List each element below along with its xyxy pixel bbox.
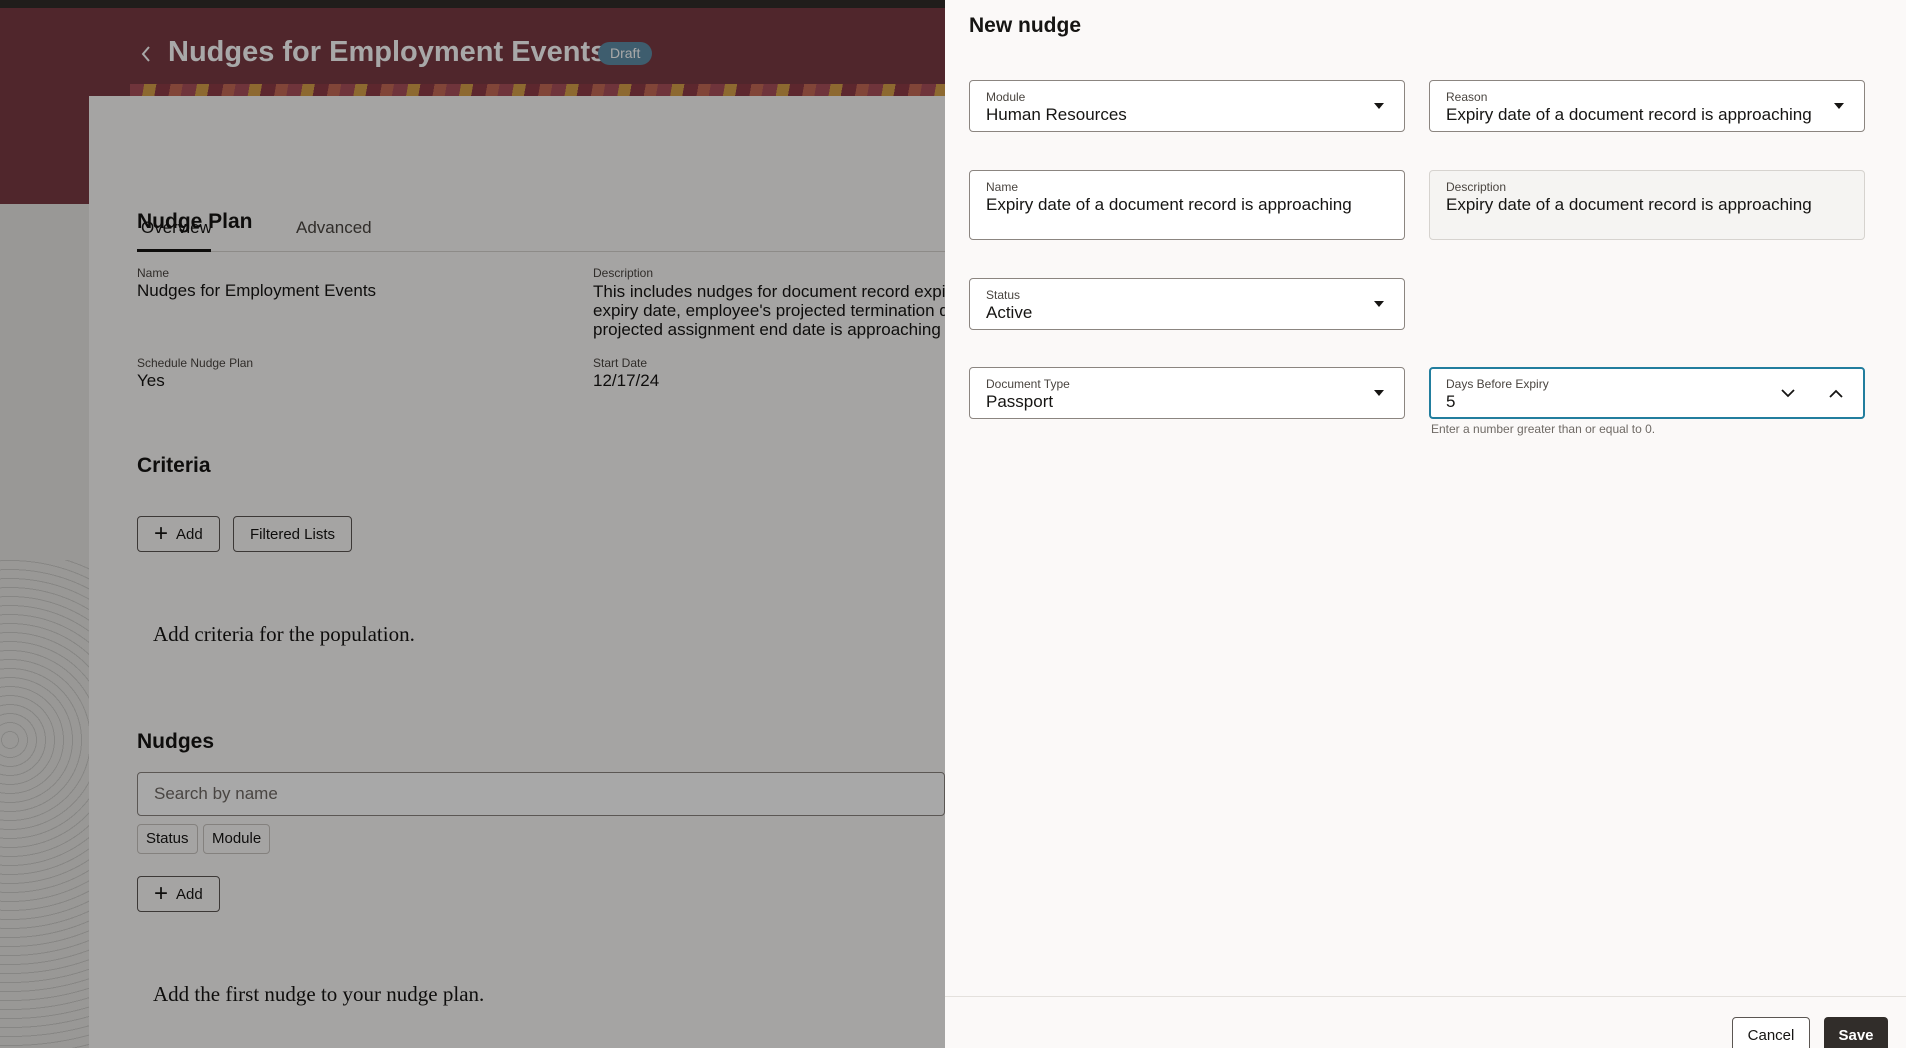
days-before-expiry-value[interactable]: 5	[1446, 392, 1455, 412]
module-value: Human Resources	[986, 105, 1127, 124]
increment-button[interactable]	[1826, 383, 1846, 403]
modal-overlay[interactable]	[0, 0, 945, 1048]
days-before-expiry-label: Days Before Expiry	[1446, 377, 1549, 391]
document-type-value: Passport	[986, 392, 1054, 411]
reason-label: Reason	[1446, 90, 1488, 104]
days-before-expiry-input[interactable]: Days Before Expiry 5	[1429, 367, 1865, 419]
caret-down-icon	[1374, 301, 1384, 307]
status-select[interactable]: Status Active	[969, 278, 1405, 330]
chevron-up-icon	[1829, 389, 1843, 398]
caret-down-icon	[1374, 390, 1384, 396]
name-field-value: Expiry date of a document record is appr…	[986, 195, 1352, 214]
module-label: Module	[986, 90, 1026, 104]
document-type-select[interactable]: Document Type Passport	[969, 367, 1405, 419]
drawer-footer: Cancel Save	[945, 996, 1906, 1048]
save-button[interactable]: Save	[1824, 1017, 1888, 1048]
decrement-button[interactable]	[1778, 383, 1798, 403]
cancel-button[interactable]: Cancel	[1732, 1017, 1810, 1048]
status-value: Active	[986, 303, 1033, 322]
reason-value: Expiry date of a document record is appr…	[1446, 105, 1812, 124]
status-label: Status	[986, 288, 1021, 302]
chevron-down-icon	[1781, 388, 1795, 397]
new-nudge-drawer: New nudge Module Human Resources Reason …	[945, 0, 1906, 1048]
name-field[interactable]: Name Expiry date of a document record is…	[969, 170, 1405, 240]
document-type-label: Document Type	[986, 377, 1070, 391]
reason-select[interactable]: Reason Expiry date of a document record …	[1429, 80, 1865, 132]
days-before-expiry-help-text: Enter a number greater than or equal to …	[1431, 422, 1656, 436]
caret-down-icon	[1834, 103, 1844, 109]
module-select[interactable]: Module Human Resources	[969, 80, 1405, 132]
description-field: Description Expiry date of a document re…	[1429, 170, 1865, 240]
description-field-value: Expiry date of a document record is appr…	[1446, 195, 1812, 214]
caret-down-icon	[1374, 103, 1384, 109]
description-field-label: Description	[1446, 180, 1507, 194]
drawer-title: New nudge	[969, 14, 1082, 37]
name-field-label: Name	[986, 180, 1019, 194]
